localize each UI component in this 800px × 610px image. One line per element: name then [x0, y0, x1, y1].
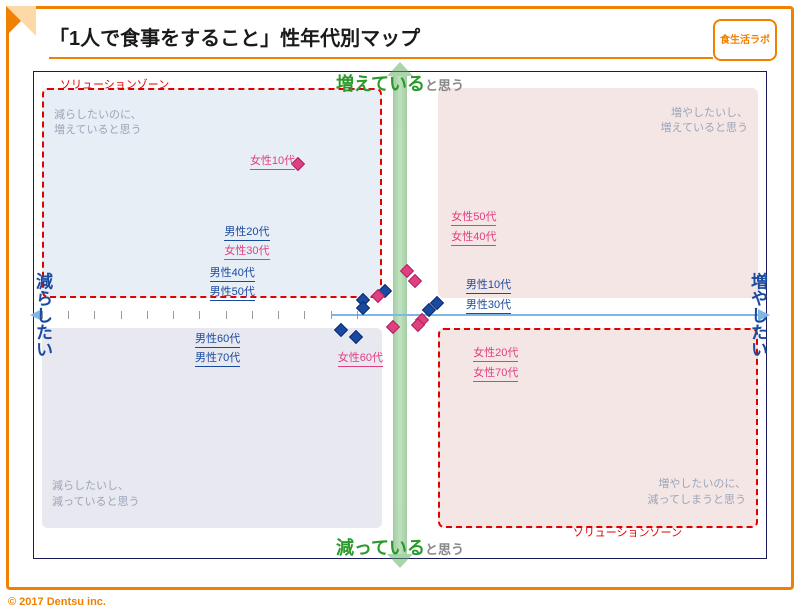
brand-logo: 食生活ラボ — [713, 19, 777, 61]
point-f40 — [408, 274, 422, 288]
label-m10: 男性10代 — [466, 276, 511, 294]
label-m30: 男性30代 — [466, 296, 511, 314]
solution-zone-label-br: ソリューションゾーン — [573, 524, 682, 540]
axis-label-left: 減らしたい — [30, 273, 55, 358]
label-m60: 男性60代 — [195, 330, 240, 348]
label-f50: 女性50代 — [451, 208, 496, 226]
x-axis-ticks — [42, 311, 358, 319]
quadrant-br-text: 増やしたいのに、減ってしまうと思う — [648, 477, 746, 508]
header: 「1人で食事をすること」性年代別マップ 食生活ラボ — [9, 9, 791, 65]
title-underline — [49, 57, 713, 59]
chart-area: 減らしたいのに、増えていると思う 増やしたいし、増えていると思う 減らしたいし、… — [33, 71, 767, 559]
axis-label-right: 増やしたい — [745, 273, 770, 358]
axis-label-bottom: 減っていると思う — [336, 534, 464, 560]
label-f60: 女性60代 — [338, 349, 383, 367]
label-f10: 女性10代 — [250, 152, 295, 170]
label-f30: 女性30代 — [224, 242, 269, 260]
label-f40: 女性40代 — [451, 228, 496, 246]
copyright-text: © 2017 Dentsu inc. — [8, 596, 106, 608]
label-f20: 女性20代 — [473, 344, 518, 362]
label-m70: 男性70代 — [195, 349, 240, 367]
label-m50: 男性50代 — [210, 283, 255, 301]
quadrant-tl-text: 減らしたいのに、増えていると思う — [54, 108, 142, 139]
x-axis-line — [331, 314, 760, 316]
label-m20: 男性20代 — [224, 223, 269, 241]
chart-title: 「1人で食事をすること」性年代別マップ — [49, 22, 713, 55]
solution-zone-label-tl: ソリューションゾーン — [60, 76, 169, 92]
label-f70: 女性70代 — [473, 364, 518, 382]
quadrant-bl-text: 減らしたいし、減っていると思う — [52, 479, 139, 510]
quadrant-tr-text: 増やしたいし、増えていると思う — [661, 106, 748, 137]
corner-fold-decoration — [6, 6, 36, 36]
chart-frame: 「1人で食事をすること」性年代別マップ 食生活ラボ 減らしたいのに、増えていると… — [6, 6, 794, 590]
axis-label-top: 増えていると思う — [336, 70, 464, 96]
label-m40: 男性40代 — [210, 264, 255, 282]
quadrant-top-right: 増やしたいし、増えていると思う — [438, 88, 758, 298]
title-wrap: 「1人で食事をすること」性年代別マップ — [49, 22, 713, 59]
